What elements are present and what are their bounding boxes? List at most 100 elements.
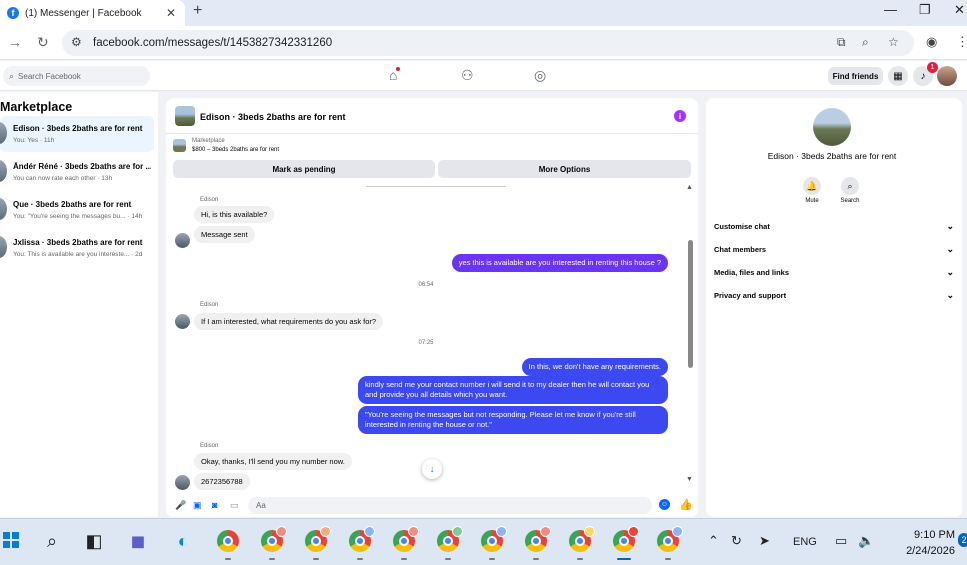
chrome-profile-icon[interactable] (436, 526, 463, 553)
profile-icon[interactable]: ◉ (926, 34, 937, 50)
sender-name: Edison (200, 302, 219, 308)
photo-icon[interactable]: ▣ (193, 500, 202, 511)
accordion-privacy-support[interactable]: Privacy and support ⌄ (714, 290, 954, 300)
chrome-profile-icon[interactable] (480, 526, 507, 553)
chevron-down-icon: ⌄ (946, 221, 954, 231)
system-clock[interactable]: 9:10 PM 2/24/2026 (885, 527, 955, 559)
search-icon[interactable]: ⌕ (841, 177, 859, 195)
conversation-preview: You: Yes · 11h (13, 137, 55, 144)
close-icon[interactable]: ✕ (166, 6, 176, 20)
listing-avatar-large[interactable] (813, 108, 851, 146)
sticker-icon[interactable]: ◙ (212, 500, 217, 510)
conversation-item-jxlissa[interactable]: Jxlissa · 3beds 2baths are for rent You:… (0, 230, 154, 266)
accordion-customise-chat[interactable]: Customise chat ⌄ (714, 221, 954, 231)
marketplace-listing-banner[interactable]: Marketplace $800 – 3beds 2baths are for … (166, 136, 698, 158)
site-info-icon[interactable]: ⚙ (71, 35, 82, 49)
chat-scrollbar[interactable]: ▲ ▼ (686, 182, 694, 492)
chrome-profile-icon[interactable] (304, 526, 331, 553)
chrome-profile-icon[interactable] (656, 526, 683, 553)
message-bubble-incoming[interactable]: Hi, is this available? (194, 206, 275, 223)
bookmark-star-icon[interactable]: ☆ (888, 35, 899, 49)
browser-tab-messenger[interactable]: f (1) Messenger | Facebook ✕ (0, 0, 185, 26)
clock-date: 2/24/2026 (906, 545, 955, 557)
window-close-button[interactable]: ✕ (954, 2, 965, 18)
message-input[interactable]: Aa (248, 497, 652, 514)
notifications-bell-icon[interactable]: ♪ 1 (913, 62, 938, 86)
sender-avatar (175, 233, 190, 248)
chrome-profile-icon[interactable] (260, 526, 287, 553)
accordion-chat-members[interactable]: Chat members ⌄ (714, 244, 954, 254)
listing-avatar[interactable] (175, 106, 195, 126)
task-view-icon[interactable]: ◧ (82, 529, 106, 553)
menu-grid-icon[interactable]: ▦ (888, 66, 908, 86)
mark-as-pending-button[interactable]: Mark as pending (173, 160, 435, 178)
accordion-label: Chat members (714, 245, 767, 254)
chrome-profile-icon-active[interactable] (612, 526, 639, 553)
home-icon[interactable]: ⌂ (389, 67, 401, 83)
find-friends-button[interactable]: Find friends (828, 67, 883, 85)
groups-icon[interactable]: ◎ (534, 67, 546, 84)
minimize-button[interactable]: — (884, 2, 897, 17)
chat-title[interactable]: Edison · 3beds 2baths are for rent (200, 112, 346, 122)
message-bubble-incoming[interactable]: 2672356788 (194, 473, 250, 490)
search-icon[interactable]: ⌕ (40, 529, 64, 553)
running-indicator (533, 558, 539, 560)
emoji-icon[interactable]: ☺ (659, 499, 670, 510)
friends-icon[interactable]: ⚇ (461, 67, 474, 84)
message-bubble-outgoing[interactable]: kindly send me your contact number i wil… (358, 376, 668, 404)
install-app-icon[interactable]: ⧉ (837, 35, 846, 50)
new-tab-button[interactable]: + (193, 2, 202, 20)
volume-icon[interactable]: 🔈 (858, 533, 874, 549)
address-bar[interactable]: ⚙ facebook.com/messages/t/14538273423312… (62, 30, 914, 56)
conversation-preview: You can now rate each other · 13h (13, 175, 113, 182)
timestamp: 07:25 (418, 340, 434, 346)
chrome-profile-icon[interactable] (392, 526, 419, 553)
conversation-item-edison[interactable]: Edison · 3beds 2baths are for rent You: … (0, 116, 154, 152)
chrome-icon[interactable] (216, 529, 240, 553)
message-bubble-outgoing[interactable]: In this, we don't have any requirements. (521, 358, 668, 376)
chevron-down-icon: ⌄ (946, 244, 954, 254)
reload-icon[interactable]: ↻ (37, 34, 49, 51)
scroll-up-arrow-icon[interactable]: ▲ (686, 184, 693, 191)
message-bubble-outgoing[interactable]: yes this is available are you interested… (451, 254, 668, 272)
message-bubble-incoming[interactable]: If I am interested, what requirements do… (194, 313, 384, 330)
location-icon[interactable]: ➤ (759, 533, 770, 549)
language-indicator[interactable]: ENG (793, 536, 817, 548)
message-list[interactable]: Edison Hi, is this available? Message se… (166, 182, 686, 492)
windows-start-icon[interactable] (3, 532, 19, 548)
scroll-to-bottom-button[interactable]: ↓ (422, 459, 442, 479)
mute-bell-icon[interactable]: 🔔 (803, 177, 821, 195)
thumbs-up-icon[interactable]: 👍 (679, 498, 693, 511)
info-icon[interactable]: i (674, 110, 686, 122)
message-bubble-outgoing[interactable]: "You're seeing the messages but not resp… (358, 406, 668, 434)
forward-icon[interactable]: → (8, 34, 22, 50)
chrome-profile-icon[interactable] (524, 526, 551, 553)
zoom-icon[interactable]: ⌕ (862, 35, 869, 50)
sender-name: Edison (200, 443, 219, 449)
notification-center-badge[interactable]: 2 (958, 533, 967, 547)
conversation-item-que[interactable]: Que · 3beds 2baths are for rent You: "Yo… (0, 192, 154, 228)
chevron-up-icon[interactable]: ⌃ (708, 533, 719, 549)
more-options-button[interactable]: More Options (438, 160, 691, 178)
gif-icon[interactable]: ▭ (230, 500, 239, 511)
message-bubble-incoming[interactable]: Message sent (194, 226, 255, 243)
chrome-profile-icon[interactable] (348, 526, 375, 553)
message-bubble-incoming[interactable]: Okay, thanks, I'll send you my number no… (194, 453, 352, 470)
chrome-profile-icon[interactable] (568, 526, 595, 553)
conversation-item-ander-rene[interactable]: Ândér Réné · 3beds 2baths are for ... Yo… (0, 154, 154, 190)
facebook-search-input[interactable]: ⌕ Search Facebook (3, 66, 150, 86)
display-icon[interactable]: ▭ (835, 533, 847, 549)
scrollbar-thumb[interactable] (688, 240, 693, 368)
running-indicator (489, 558, 495, 560)
conversation-name: Jxlissa · 3beds 2baths are for rent (13, 238, 143, 247)
edge-icon[interactable]: ◐ (171, 529, 195, 553)
account-avatar[interactable] (937, 66, 957, 86)
sync-icon[interactable]: ↻ (731, 533, 742, 549)
teams-icon[interactable]: ◼ (126, 529, 150, 553)
listing-thumbnail (173, 139, 186, 152)
microphone-icon[interactable]: 🎤 (175, 500, 186, 511)
maximize-button[interactable]: ❐ (919, 2, 931, 18)
menu-kebab-icon[interactable]: ⋮ (956, 34, 967, 50)
scroll-down-arrow-icon[interactable]: ▼ (686, 476, 693, 483)
accordion-media-files-links[interactable]: Media, files and links ⌄ (714, 267, 954, 277)
